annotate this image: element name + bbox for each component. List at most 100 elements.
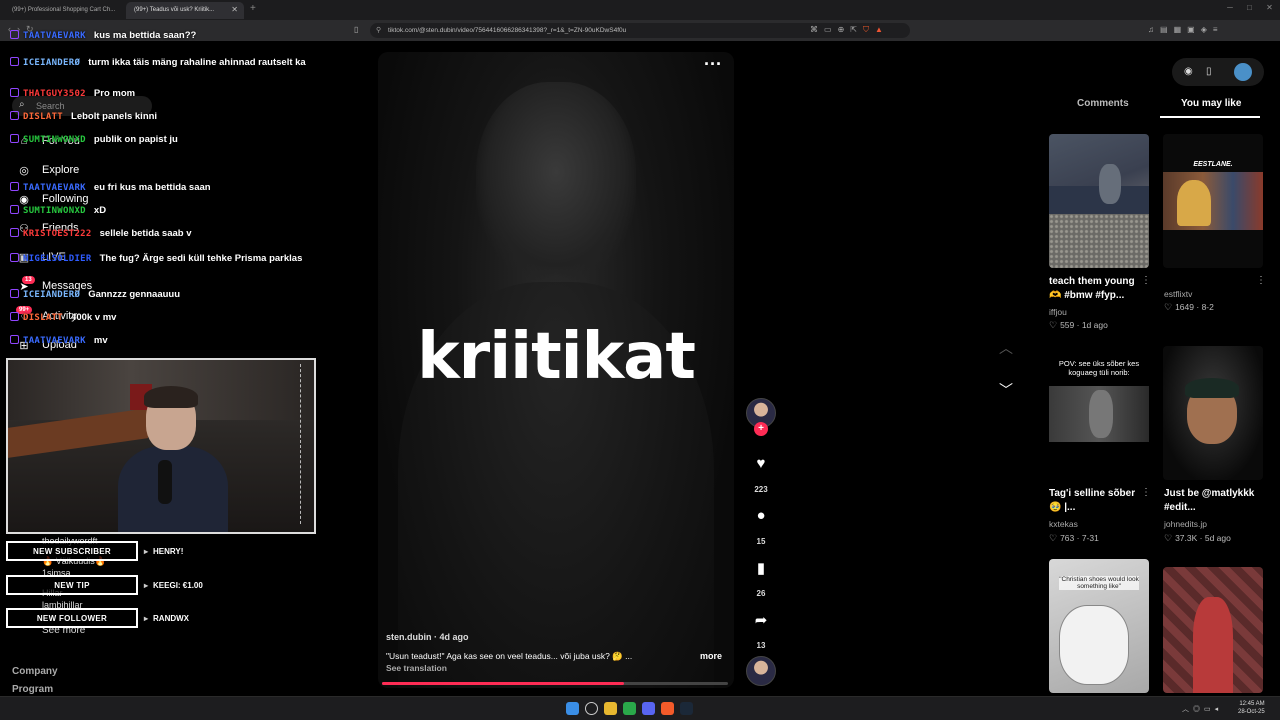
rewards-icon[interactable]: ▲: [875, 25, 889, 34]
more-options-icon[interactable]: ···: [704, 54, 722, 75]
close-tab-icon[interactable]: ✕: [231, 5, 238, 14]
maximize-icon[interactable]: □: [1247, 3, 1252, 12]
video-author[interactable]: sten.dubin · 4d ago: [386, 632, 469, 642]
save-count: 26: [756, 589, 766, 598]
url-text: tiktok.com/@sten.dubin/video/75644160662…: [388, 27, 627, 34]
steam-icon[interactable]: [680, 702, 693, 715]
minimize-icon[interactable]: ─: [1227, 3, 1233, 12]
card-title[interactable]: Tag'i selline sõber 🥹 |...: [1049, 487, 1149, 515]
share-icon[interactable]: ➦: [751, 611, 771, 629]
cast-icon[interactable]: ▭: [824, 25, 838, 34]
tab-title: (99+) Teadus või usk? Kriitik...: [134, 7, 215, 13]
browser-tab-1[interactable]: (99+) Professional Shopping Cart Ch...: [4, 2, 122, 19]
card-menu-icon[interactable]: ⋮: [1141, 275, 1151, 286]
chat-message: THATGUY3502 Pro mom: [10, 88, 135, 99]
card-title[interactable]: Just be @matlykkk #edit...: [1164, 487, 1264, 515]
browser-tab-2[interactable]: (99+) Teadus või usk? Kriitik... ✕: [126, 2, 244, 19]
card-menu-icon[interactable]: ⋮: [1256, 275, 1266, 286]
tab-comments[interactable]: Comments: [1077, 98, 1129, 109]
card-user[interactable]: iffjou: [1049, 307, 1067, 317]
recommended-video-thumbnail[interactable]: "Christian shoes would look something li…: [1049, 559, 1149, 693]
sidebar-item-label: Explore: [42, 164, 80, 176]
previous-video-icon[interactable]: ︿: [996, 338, 1016, 358]
recommended-video-thumbnail[interactable]: EESTLANE.: [1163, 134, 1263, 268]
recommended-video-thumbnail[interactable]: [1163, 346, 1263, 480]
tab-you-may-like[interactable]: You may like: [1181, 98, 1241, 109]
clock-date: 28-Oct-25: [1238, 709, 1265, 715]
twitch-badge-icon: [10, 88, 19, 97]
search-placeholder: Search: [36, 101, 65, 111]
taskbar-clock[interactable]: 12:45 AM 28-Oct-25: [1238, 700, 1265, 716]
coins-icon[interactable]: ◉: [1184, 66, 1193, 77]
windows-taskbar: ︿◎▭◂ 12:45 AM 28-Oct-25: [0, 696, 1280, 720]
file-explorer-icon[interactable]: [604, 702, 617, 715]
windows-start-icon[interactable]: [566, 702, 579, 715]
discord-icon[interactable]: [642, 702, 655, 715]
heart-icon: ♡: [1164, 302, 1173, 312]
mic-icon[interactable]: ◎: [1193, 706, 1204, 713]
heart-icon: ♡: [1164, 533, 1173, 543]
next-video-icon[interactable]: ﹀: [996, 380, 1016, 400]
shields-icon[interactable]: ⛉: [863, 25, 875, 34]
see-translation-link[interactable]: See translation: [386, 663, 447, 673]
chat-text: publik on papist ju: [93, 134, 178, 145]
card-meta: ♡ 559 · 1d ago: [1049, 320, 1108, 330]
card-title[interactable]: teach them young 🫶 #bmw #fyp...: [1049, 275, 1149, 303]
site-info-icon[interactable]: ⚲: [376, 26, 381, 34]
active-tab-indicator: [1160, 116, 1260, 118]
recommended-video-thumbnail[interactable]: POV: see üks sõber kes koguaeg tüli nori…: [1049, 346, 1149, 480]
recommended-video-thumbnail[interactable]: [1049, 134, 1149, 268]
chat-message: SUMTINWONXD publik on papist ju: [10, 134, 178, 145]
chat-message: TAATVAEVARK kus ma bettida saan??: [10, 30, 196, 41]
sound-avatar[interactable]: [746, 656, 776, 686]
chat-message: TAATVAEVARK eu fri kus ma bettida saan: [10, 182, 211, 193]
video-player[interactable]: ··· kriitikat sten.dubin · 4d ago "Usun …: [378, 52, 734, 688]
caption-more-button[interactable]: more: [700, 651, 722, 661]
card-meta: ♡ 1649 · 8-2: [1164, 302, 1214, 312]
follow-plus-icon[interactable]: +: [754, 422, 768, 436]
chat-username: NIGELSOLDIER: [23, 254, 92, 264]
card-user[interactable]: johnedits.jp: [1164, 519, 1207, 529]
sidebar-item-explore[interactable]: ◎ Explore: [16, 161, 79, 179]
media-icon[interactable]: ♫: [1148, 25, 1160, 34]
share-icon[interactable]: ⇱: [850, 25, 863, 34]
alert-subscriber-name: HENRY!: [144, 547, 183, 556]
video-caption: "Usun teadust!" Aga kas see on veel tead…: [386, 651, 633, 661]
card-menu-icon[interactable]: ⋮: [1141, 487, 1151, 498]
volume-icon[interactable]: ◂: [1215, 706, 1223, 713]
sidebar-icon[interactable]: ▤: [1160, 25, 1174, 34]
comment-icon[interactable]: ●: [751, 507, 771, 524]
card-user[interactable]: kxtekas: [1049, 519, 1078, 529]
search-icon[interactable]: [585, 702, 598, 715]
app-icon[interactable]: [623, 702, 636, 715]
tray-expand-icon[interactable]: ︿: [1182, 706, 1193, 713]
chat-username: ICEIANDERØ: [23, 58, 81, 68]
chat-text: mv: [93, 335, 108, 346]
device-icon[interactable]: ▯: [1206, 66, 1212, 77]
bookmark-icon[interactable]: ▯: [354, 25, 358, 34]
webcam-frame-edge: [300, 364, 308, 524]
compass-icon: ◎: [19, 164, 29, 177]
chat-text: sellele betida saab v: [99, 228, 192, 239]
video-subject-face: [476, 82, 636, 282]
translate-icon[interactable]: ⌘: [810, 25, 824, 34]
video-progress-bar[interactable]: [382, 682, 728, 685]
footer-link-program[interactable]: Program: [12, 684, 53, 695]
clock-time: 12:45 AM: [1239, 701, 1265, 707]
brave-icon[interactable]: [661, 702, 674, 715]
vpn-icon[interactable]: ◈: [1201, 25, 1213, 34]
profile-avatar[interactable]: [1234, 63, 1252, 81]
alert-follower-name: RANDWX: [144, 614, 189, 623]
tabs-icon[interactable]: ▦: [1174, 25, 1188, 34]
bookmark-icon[interactable]: ▮: [751, 559, 771, 577]
recommended-video-thumbnail[interactable]: [1163, 567, 1263, 693]
menu-icon[interactable]: ≡: [1213, 25, 1224, 34]
close-window-icon[interactable]: ✕: [1266, 3, 1273, 12]
footer-link-company[interactable]: Company: [12, 666, 58, 677]
like-icon[interactable]: ♥: [751, 455, 771, 472]
network-icon[interactable]: ▭: [1204, 706, 1215, 713]
wallet-icon[interactable]: ▣: [1187, 25, 1201, 34]
zoom-icon[interactable]: ⊕: [838, 25, 851, 34]
new-tab-button[interactable]: +: [250, 3, 256, 14]
card-user[interactable]: estflixtv: [1164, 289, 1192, 299]
